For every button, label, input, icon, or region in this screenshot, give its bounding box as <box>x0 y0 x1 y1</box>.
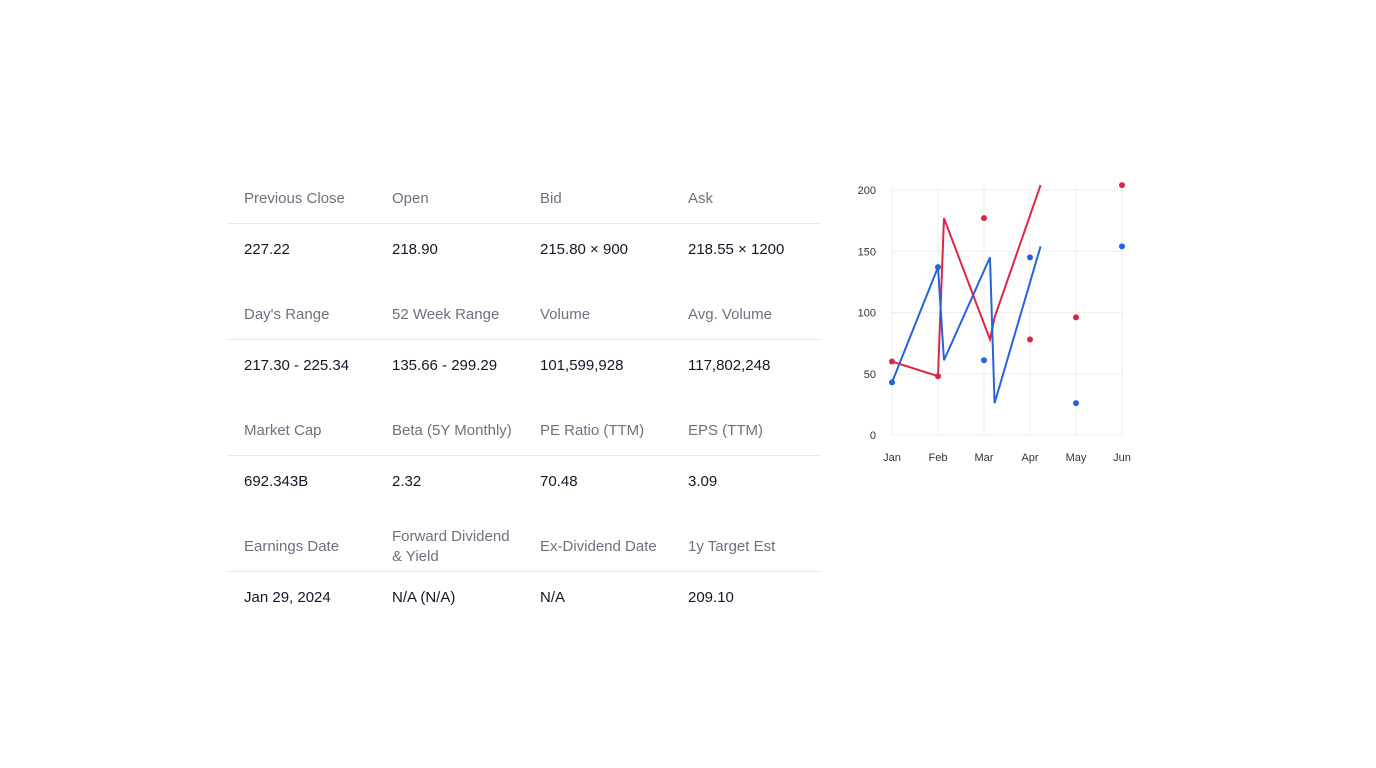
stats-label-row: Market Cap Beta (5Y Monthly) PE Ratio (T… <box>228 406 820 456</box>
y-tick-label: 200 <box>858 185 876 197</box>
series-1-point <box>1027 254 1033 261</box>
stat-value-avg-volume: 117,802,248 <box>688 357 771 374</box>
stats-label-row: Earnings Date Forward Dividend & Yield E… <box>228 522 820 572</box>
y-tick-label: 150 <box>858 246 876 258</box>
stats-label-row: Previous Close Open Bid Ask <box>228 174 820 224</box>
stat-label-beta: Beta (5Y Monthly) <box>392 421 512 439</box>
series-0-point <box>1027 336 1033 343</box>
series-0-point <box>889 358 895 365</box>
stat-label-ask: Ask <box>688 189 714 207</box>
stats-value-row: 692.343B 2.32 70.48 3.09 <box>228 456 820 522</box>
stat-label-ex-dividend-date: Ex-Dividend Date <box>540 537 657 555</box>
x-tick-label: May <box>1066 452 1087 464</box>
stat-label-pe-ratio: PE Ratio (TTM) <box>540 421 645 439</box>
stat-label-open: Open <box>392 189 429 207</box>
series-line-0 <box>891 184 1042 378</box>
series-0-point <box>1119 182 1125 189</box>
stat-label-earnings-date: Earnings Date <box>244 537 340 555</box>
x-tick-label: Apr <box>1021 452 1038 464</box>
stat-value-eps: 3.09 <box>688 473 718 490</box>
stat-label-forward-dividend: Forward Dividend & Yield <box>392 527 510 565</box>
stat-value-bid: 215.80 × 900 <box>540 241 629 258</box>
stat-label-avg-volume: Avg. Volume <box>688 305 772 323</box>
page: Previous Close Open Bid Ask 227.22 218.9… <box>0 0 1376 768</box>
stat-label-market-cap: Market Cap <box>244 421 322 439</box>
series-1-point <box>1119 243 1125 250</box>
stats-value-row: 217.30 - 225.34 135.66 - 299.29 101,599,… <box>228 340 820 406</box>
quote-stats-table: Previous Close Open Bid Ask 227.22 218.9… <box>228 174 820 638</box>
stat-label-days-range: Day's Range <box>244 305 330 323</box>
stat-value-beta: 2.32 <box>392 473 422 490</box>
y-tick-label: 50 <box>864 369 876 381</box>
series-1-point <box>1073 400 1079 407</box>
stat-value-market-cap: 692.343B <box>244 473 309 490</box>
stat-label-volume: Volume <box>540 305 591 323</box>
stat-value-open: 218.90 <box>392 241 438 258</box>
stat-label-eps: EPS (TTM) <box>688 421 763 439</box>
stats-label-row: Day's Range 52 Week Range Volume Avg. Vo… <box>228 290 820 340</box>
series-0-point <box>981 215 987 222</box>
x-tick-label: Feb <box>929 452 948 464</box>
stat-value-earnings-date: Jan 29, 2024 <box>244 589 331 606</box>
stat-value-pe-ratio: 70.48 <box>540 473 578 490</box>
series-0-point <box>1073 314 1079 321</box>
stats-value-row: 227.22 218.90 215.80 × 900 218.55 × 1200 <box>228 224 820 290</box>
x-tick-label: Jan <box>883 452 901 464</box>
x-tick-label: Mar <box>975 452 994 464</box>
stats-value-row: Jan 29, 2024 N/A (N/A) N/A 209.10 <box>228 572 820 638</box>
series-1-point <box>981 357 987 364</box>
x-tick-label: Jun <box>1113 452 1131 464</box>
series-line-1 <box>891 246 1042 404</box>
stat-label-target-est: 1y Target Est <box>688 537 776 555</box>
stat-label-52-week-range: 52 Week Range <box>392 305 500 323</box>
stat-value-previous-close: 227.22 <box>244 241 290 258</box>
stat-value-days-range: 217.30 - 225.34 <box>244 357 350 374</box>
stat-value-target-est: 209.10 <box>688 589 734 606</box>
stat-label-previous-close: Previous Close <box>244 189 345 207</box>
series-1-point <box>889 379 895 386</box>
price-line-chart: 0 50 100 150 200 Jan Feb Mar Apr May Jun <box>858 182 1131 464</box>
y-tick-label: 0 <box>870 430 876 442</box>
stat-label-bid: Bid <box>540 189 562 207</box>
stat-value-forward-dividend: N/A (N/A) <box>392 589 456 606</box>
stat-value-volume: 101,599,928 <box>540 357 624 374</box>
y-tick-label: 100 <box>858 308 876 320</box>
series-1-point <box>935 264 941 271</box>
stat-value-52-week-range: 135.66 - 299.29 <box>392 357 498 374</box>
series-0-point <box>935 373 941 380</box>
stat-value-ask: 218.55 × 1200 <box>688 241 785 258</box>
stat-value-ex-dividend-date: N/A <box>540 589 566 606</box>
